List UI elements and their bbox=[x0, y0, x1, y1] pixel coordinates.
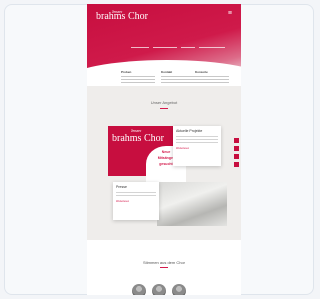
side-social-button[interactable] bbox=[234, 146, 239, 151]
hero-tagline-bar bbox=[199, 47, 225, 48]
testimonials-title: Stimmen aus dem Chor bbox=[142, 260, 185, 265]
info-column: Konzerte bbox=[195, 70, 229, 83]
promo-logo: Jenaer brahms Chor bbox=[112, 128, 164, 144]
read-more-link[interactable]: Weiterlesen bbox=[173, 145, 221, 152]
avatar[interactable] bbox=[172, 284, 186, 295]
promo-banner[interactable]: Jenaer brahms Chor Neue Mitsänger gesuch… bbox=[108, 126, 186, 182]
read-more-link[interactable]: Weiterlesen bbox=[113, 198, 159, 205]
card-title: Presse bbox=[116, 185, 127, 189]
section-divider bbox=[160, 108, 168, 109]
info-heading: Konzerte bbox=[195, 70, 208, 74]
info-heading: Proben bbox=[121, 70, 132, 74]
press-card[interactable]: Presse Weiterlesen bbox=[113, 182, 159, 220]
brand-logo[interactable]: Jenaer brahms Chor bbox=[96, 9, 148, 22]
hero-tagline-bar bbox=[153, 47, 177, 48]
logo-small-text: Jenaer bbox=[112, 9, 123, 14]
info-heading: Kontakt bbox=[161, 70, 173, 74]
info-column: Kontakt bbox=[161, 70, 195, 83]
projects-card[interactable]: Aktuelle Projekte Weiterlesen bbox=[173, 126, 221, 166]
side-social-button[interactable] bbox=[234, 154, 239, 159]
avatar[interactable] bbox=[152, 284, 166, 295]
section-title: Unser Angebot bbox=[150, 100, 178, 105]
hero-tagline-bar bbox=[181, 47, 195, 48]
side-social-button[interactable] bbox=[234, 138, 239, 143]
card-title: Aktuelle Projekte bbox=[176, 129, 203, 133]
side-social-button[interactable] bbox=[234, 162, 239, 167]
newspaper-image bbox=[157, 182, 227, 226]
testimonial-avatars bbox=[132, 284, 186, 295]
avatar[interactable] bbox=[132, 284, 146, 295]
hero-tagline-bar bbox=[131, 47, 149, 48]
website-preview: Jenaer brahms Chor ≡ Proben Kontakt Konz… bbox=[87, 4, 241, 295]
section-divider bbox=[160, 267, 168, 268]
menu-icon[interactable]: ≡ bbox=[228, 10, 232, 17]
info-column: Proben bbox=[121, 70, 155, 83]
